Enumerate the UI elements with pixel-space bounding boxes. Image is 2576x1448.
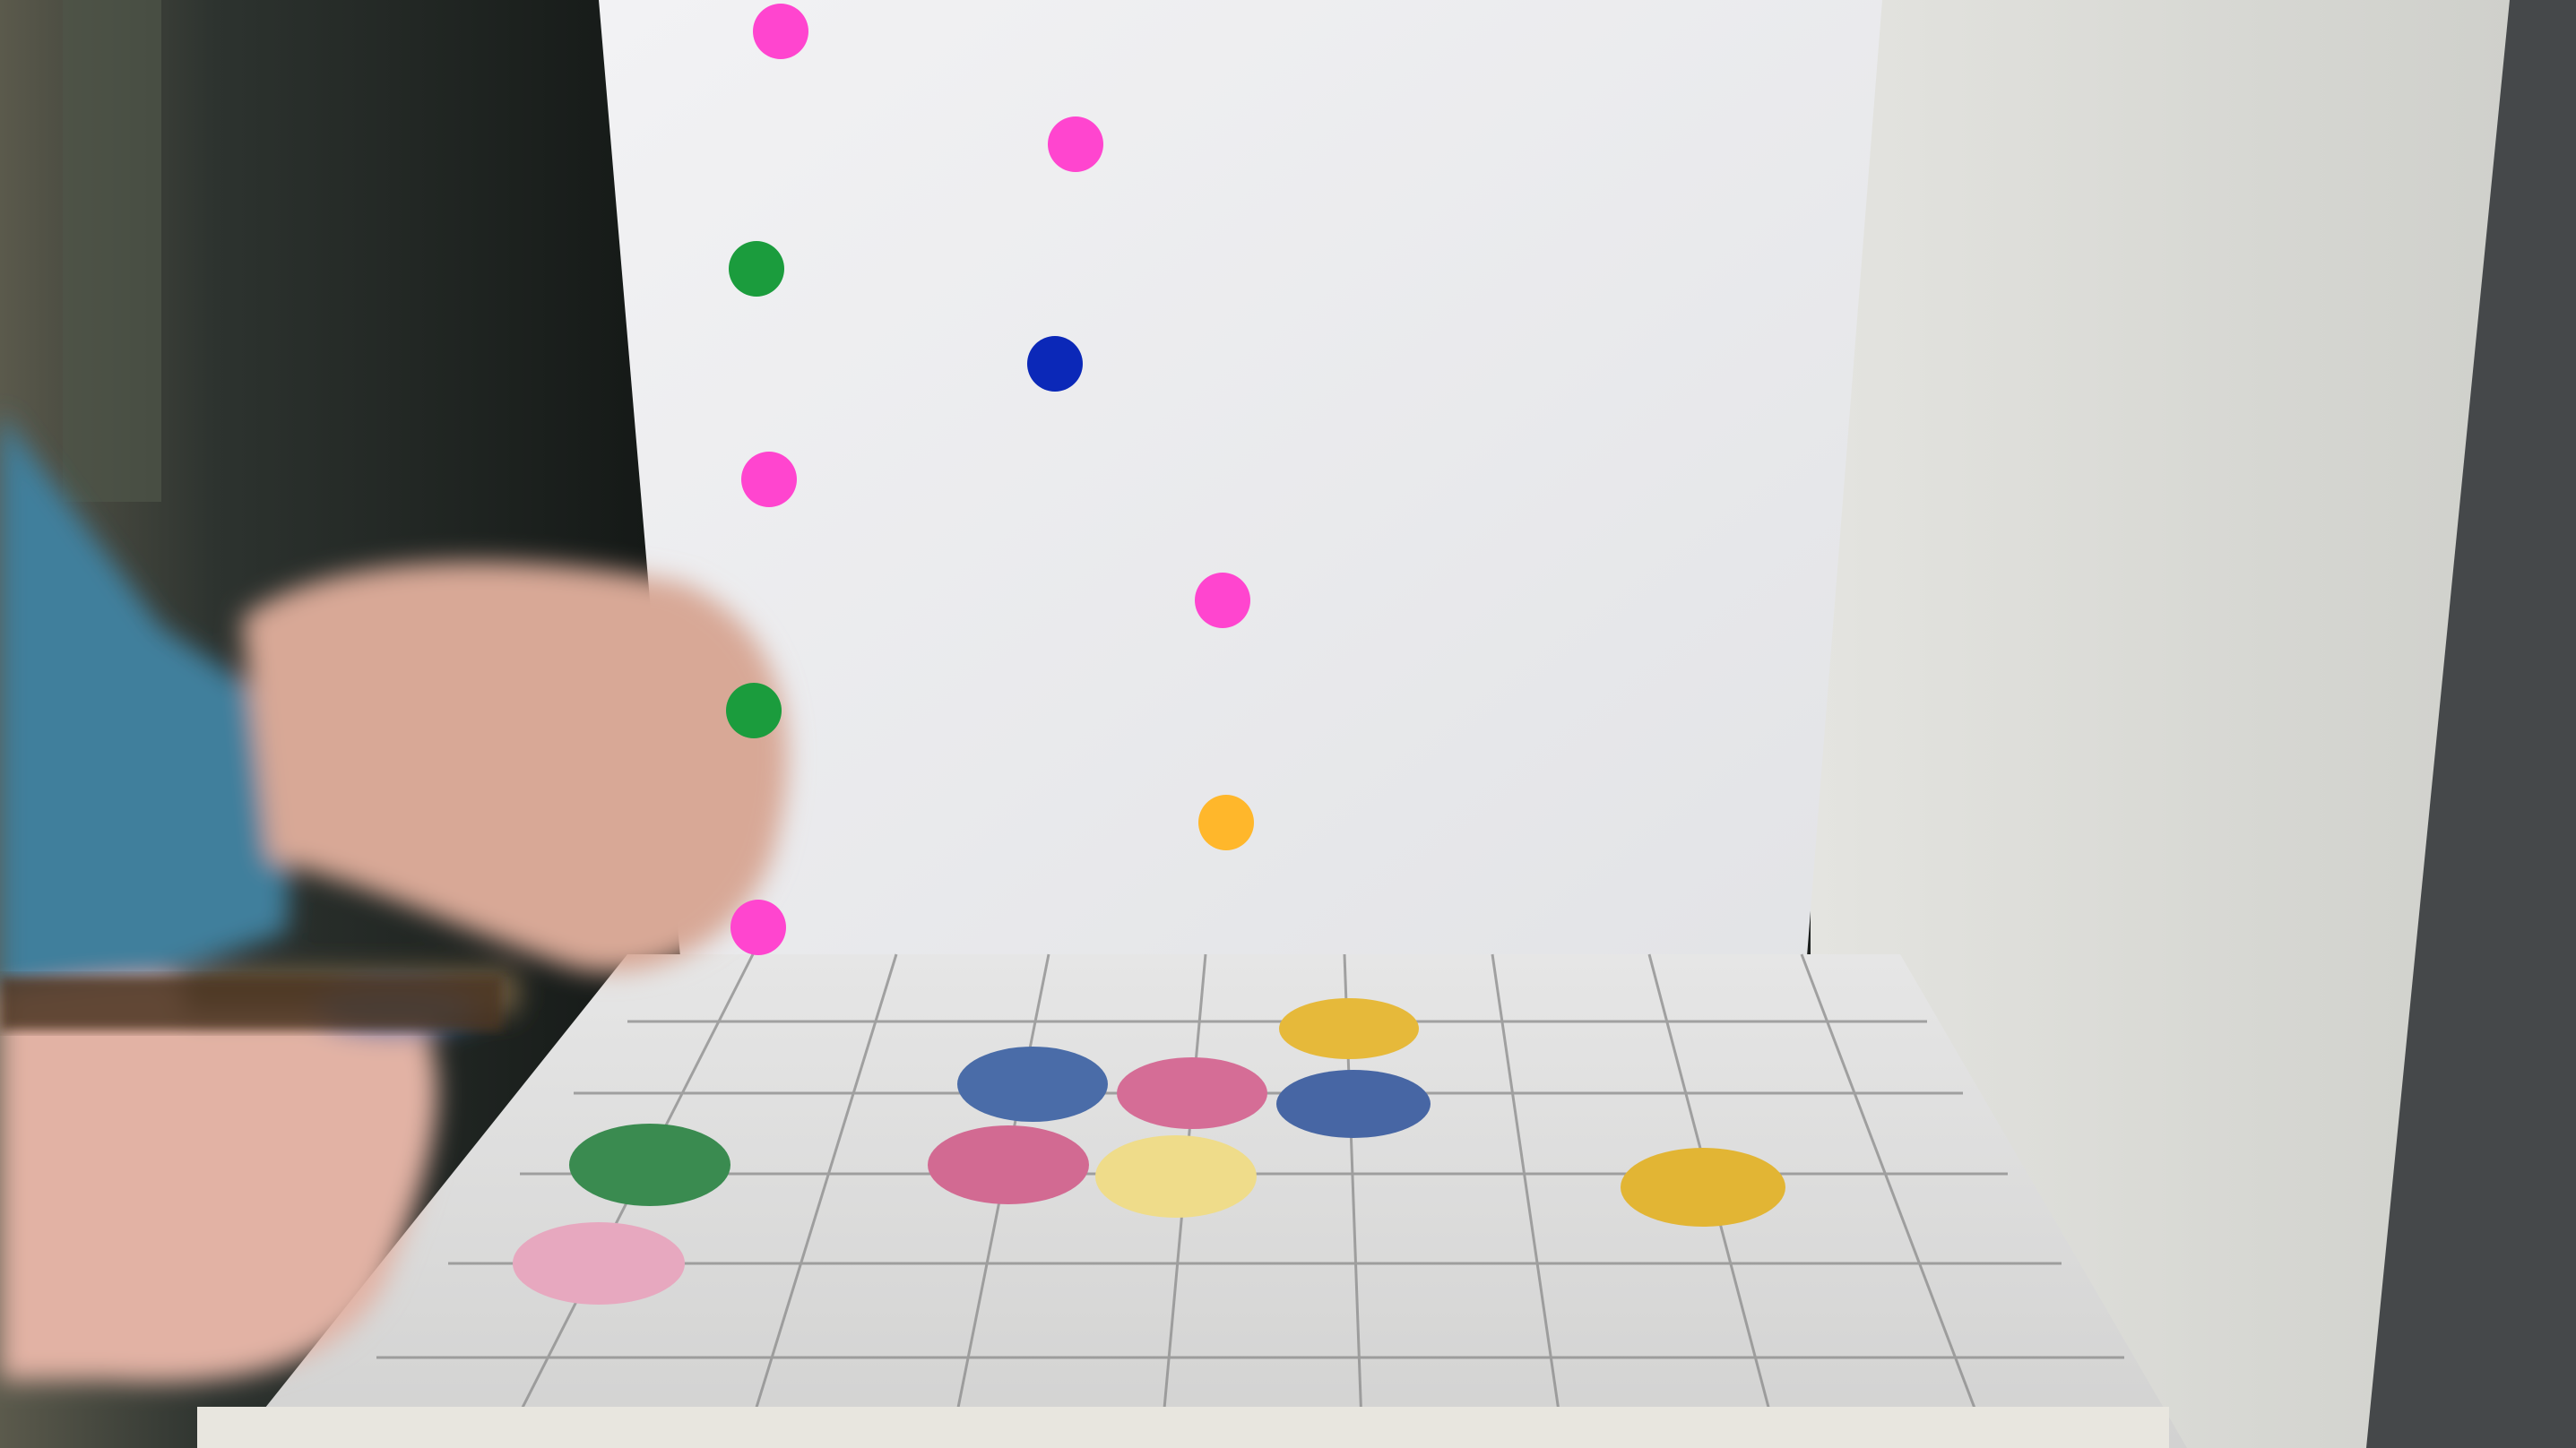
felt-disc-yellow-top — [1279, 998, 1419, 1059]
felt-disc-green — [569, 1124, 730, 1206]
door-frame — [63, 0, 161, 502]
felt-disc-pink-1 — [1117, 1057, 1267, 1129]
felt-disc-lightpink — [513, 1222, 685, 1305]
marker-pink-5 — [730, 900, 786, 955]
felt-disc-pink-2 — [928, 1125, 1089, 1204]
felt-disc-blue-2 — [1276, 1070, 1431, 1138]
photo-scene — [0, 0, 2576, 1448]
marker-pink-3 — [741, 452, 797, 507]
marker-pink-1 — [753, 4, 808, 59]
felt-disc-lightyellow — [1095, 1135, 1257, 1218]
table-edge — [0, 977, 502, 1030]
felt-disc-blue-1 — [957, 1047, 1108, 1122]
board-bottom-edge — [197, 1407, 2169, 1448]
marker-blue-1 — [1027, 336, 1083, 392]
marker-green-1 — [729, 241, 784, 297]
marker-orange-1 — [1198, 795, 1254, 850]
marker-pink-4 — [1195, 573, 1250, 628]
marker-green-2 — [726, 683, 782, 738]
felt-disc-yellow-right — [1621, 1148, 1785, 1227]
marker-pink-2 — [1048, 116, 1103, 172]
